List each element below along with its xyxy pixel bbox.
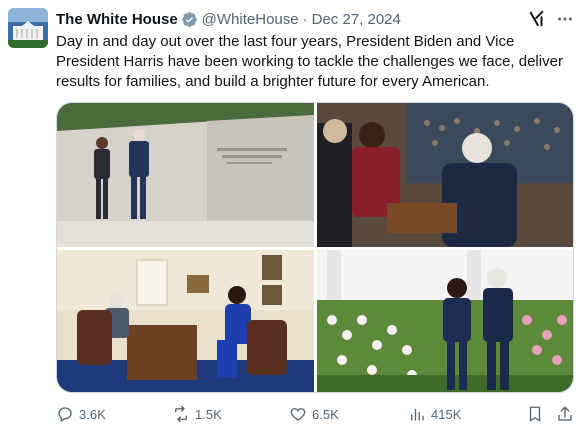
photo-oval-office[interactable] bbox=[57, 250, 314, 392]
handshake-image bbox=[317, 103, 573, 247]
photo-memorial-walk[interactable] bbox=[57, 103, 314, 247]
white-house-logo bbox=[8, 8, 48, 48]
photo-handshake[interactable] bbox=[317, 103, 573, 247]
bookmark-icon[interactable] bbox=[526, 405, 544, 423]
tweet-header: The White House @WhiteHouse · Dec 27, 20… bbox=[56, 9, 574, 29]
media-grid bbox=[56, 102, 574, 393]
grok-icon[interactable] bbox=[528, 10, 546, 28]
like-count: 6.5K bbox=[312, 406, 339, 422]
like-button[interactable]: 6.5K bbox=[289, 404, 339, 424]
views-button[interactable]: 415K bbox=[408, 404, 461, 424]
author-handle[interactable]: @WhiteHouse bbox=[202, 11, 299, 28]
more-icon[interactable] bbox=[556, 10, 574, 28]
tweet-date[interactable]: Dec 27, 2024 bbox=[312, 11, 401, 28]
verified-badge-icon bbox=[181, 11, 197, 27]
like-icon bbox=[290, 408, 306, 421]
tweet-text: Day in and day out over the last four ye… bbox=[56, 33, 563, 90]
author-name[interactable]: The White House bbox=[56, 11, 178, 28]
repost-button[interactable]: 1.5K bbox=[172, 404, 222, 424]
reply-icon bbox=[58, 407, 72, 422]
avatar[interactable] bbox=[8, 8, 48, 48]
repost-count: 1.5K bbox=[195, 406, 222, 422]
photo-rose-garden[interactable] bbox=[317, 250, 573, 392]
action-bar: 3.6K 1.5K 6.5K 415K bbox=[56, 404, 576, 424]
views-icon bbox=[411, 408, 424, 421]
memorial-walk-image bbox=[57, 103, 314, 247]
repost-icon bbox=[175, 405, 187, 423]
share-icon[interactable] bbox=[556, 405, 574, 423]
rose-garden-image bbox=[317, 250, 573, 392]
reply-button[interactable]: 3.6K bbox=[56, 404, 106, 424]
reply-count: 3.6K bbox=[79, 406, 106, 422]
views-count: 415K bbox=[431, 406, 462, 422]
oval-office-image bbox=[57, 250, 314, 392]
separator-dot: · bbox=[302, 10, 308, 28]
